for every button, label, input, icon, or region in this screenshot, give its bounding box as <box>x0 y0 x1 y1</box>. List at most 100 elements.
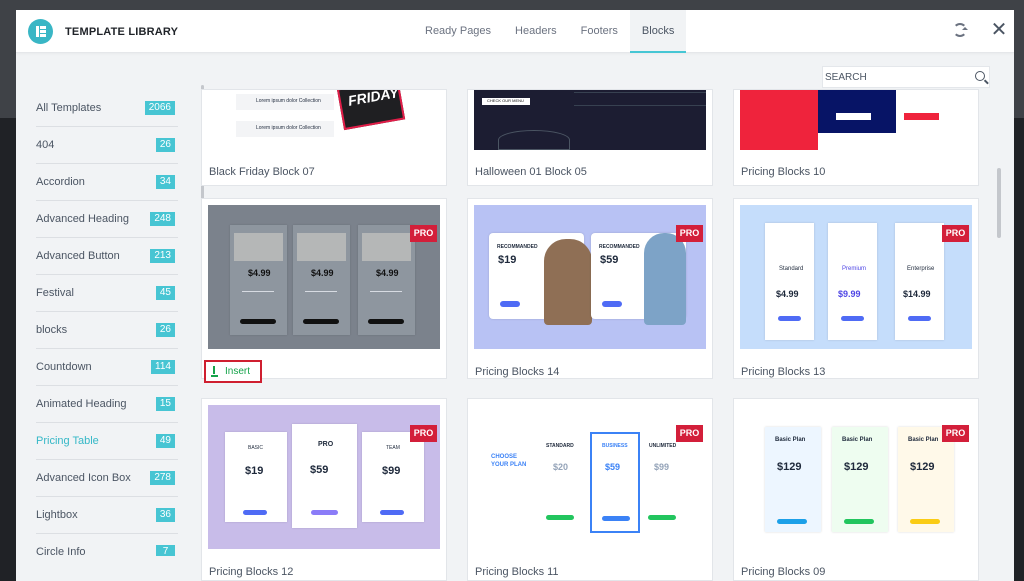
pro-badge: PRO <box>676 225 703 242</box>
template-card-halloween[interactable]: CHECK OUR MENU Halloween 01 Block 05 <box>467 89 713 186</box>
pro-badge: PRO <box>942 425 969 442</box>
template-thumbnail: BASIC $19 PRO $59 TEAM $99 <box>208 405 440 549</box>
template-card-pricing-11[interactable]: CHOOSE YOUR PLAN STANDARD $20 BUSINESS $5… <box>467 398 713 581</box>
product-title: Lorem ipsum dolor Collection <box>256 125 321 131</box>
pricing-card: PRO $59 <box>292 424 357 528</box>
modal-title: TEMPLATE LIBRARY <box>65 26 179 38</box>
select-button <box>303 319 339 324</box>
count-badge: 45 <box>155 286 175 300</box>
template-card-black-friday[interactable]: Lorem ipsum dolor Collection Lorem ipsum… <box>201 89 447 186</box>
count-badge: 248 <box>150 212 175 226</box>
pro-badge: PRO <box>410 425 437 442</box>
tab-ready-pages[interactable]: Ready Pages <box>413 10 503 53</box>
plan-name: BUSINESS <box>602 443 628 449</box>
group-photo <box>234 233 283 261</box>
search-icon[interactable] <box>975 71 985 81</box>
template-card-pricing-13[interactable]: Standard $4.99 Premium $9.99 Enterprise $14… <box>733 198 979 379</box>
template-title: Pricing Blocks 09 <box>741 566 826 578</box>
template-card-pricing-09[interactable]: Basic Plan $129 Basic Plan $129 Basic Plan… <box>733 398 979 581</box>
template-title: Black Friday Block 07 <box>209 166 315 178</box>
price-button <box>836 113 871 120</box>
template-card-pricing-12[interactable]: BASIC $19 PRO $59 TEAM $99 PRO Pricing Bloc… <box>201 398 447 581</box>
sidebar-item-advanced-button[interactable]: Advanced Button 213 <box>36 238 178 275</box>
plan-name: UNLIMITED <box>649 443 677 449</box>
plan-name: STANDARD <box>546 443 574 449</box>
sidebar-item-label: Lightbox <box>36 509 78 521</box>
template-card-pricing-10[interactable]: Pricing Blocks 10 <box>733 89 979 186</box>
count-badge: 26 <box>155 323 175 337</box>
menu-button: CHECK OUR MENU <box>482 98 530 105</box>
sidebar-item-all-templates[interactable]: All Templates 2066 <box>36 90 178 127</box>
spider-web <box>498 130 570 150</box>
sidebar-item-festival[interactable]: Festival 45 <box>36 275 178 312</box>
template-card-pricing-14[interactable]: RECOMMANDED $19 RECOMMANDED $59 PRO Pricin… <box>467 198 713 379</box>
get-button <box>243 510 267 515</box>
business-plan-highlight: BUSINESS $59 <box>590 432 640 533</box>
search-box <box>822 66 990 88</box>
get-started-button <box>844 519 874 524</box>
sidebar-item-label: Animated Heading <box>36 398 127 410</box>
price: $14.99 <box>903 289 931 299</box>
template-card-pricing-selected[interactable]: $4.99 $4.99 $4.99 PRO <box>201 198 447 379</box>
sidebar-item-label: Advanced Button <box>36 250 120 262</box>
plan-name: Basic Plan <box>775 437 806 443</box>
sidebar-item-pricing-table[interactable]: Pricing Table 49 <box>36 423 178 460</box>
search-input[interactable] <box>823 67 963 88</box>
red-panel <box>740 90 818 150</box>
count-badge: 26 <box>155 138 175 152</box>
count-badge: 278 <box>150 471 175 485</box>
get-started-button <box>777 519 807 524</box>
price: $99 <box>382 465 401 477</box>
tab-footers[interactable]: Footers <box>569 10 630 53</box>
price: $99 <box>654 462 670 472</box>
pro-badge: PRO <box>410 225 437 242</box>
select-button <box>368 319 404 324</box>
template-thumbnail: Basic Plan $129 Basic Plan $129 Basic Plan… <box>740 405 972 549</box>
sidebar-item-404[interactable]: 404 26 <box>36 127 178 164</box>
price: $20 <box>553 462 569 472</box>
sidebar-item-blocks[interactable]: blocks 26 <box>36 312 178 349</box>
sidebar-item-circle-info[interactable]: Circle Info 7 <box>36 534 178 556</box>
pricing-card: $4.99 <box>358 225 415 335</box>
blue-panel <box>818 90 896 133</box>
pro-badge: PRO <box>676 425 703 442</box>
buy-button <box>500 301 520 307</box>
tab-blocks[interactable]: Blocks <box>629 10 687 53</box>
sidebar-item-label: 404 <box>36 139 55 151</box>
template-thumbnail: Lorem ipsum dolor Collection Lorem ipsum… <box>208 90 440 150</box>
get-button <box>380 510 404 515</box>
template-thumbnail: Standard $4.99 Premium $9.99 Enterprise $14… <box>740 205 972 349</box>
buy-button <box>602 301 622 307</box>
logo-stroke <box>40 30 46 33</box>
sidebar-item-advanced-heading[interactable]: Advanced Heading 248 <box>36 201 178 238</box>
template-title: Pricing Blocks 10 <box>741 166 826 178</box>
sidebar-item-lightbox[interactable]: Lightbox 36 <box>36 497 178 534</box>
price: $59 <box>605 462 621 472</box>
plan-heading: CHOOSE YOUR PLAN <box>491 454 527 468</box>
sidebar-item-accordion[interactable]: Accordion 34 <box>36 164 178 201</box>
template-thumbnail: CHOOSE YOUR PLAN STANDARD $20 BUSINESS $5… <box>474 405 706 549</box>
sidebar-item-countdown[interactable]: Countdown 114 <box>36 349 178 386</box>
close-icon[interactable]: ✕ <box>990 20 1008 40</box>
pricing-card: TEAM $99 <box>362 432 424 522</box>
pricing-card: Basic Plan $129 <box>765 427 821 532</box>
get-started-button <box>602 516 630 521</box>
tab-headers[interactable]: Headers <box>503 10 569 53</box>
pricing-card: Standard $4.99 <box>765 223 814 340</box>
price: $19 <box>498 254 517 266</box>
shop-button <box>778 316 801 321</box>
count-badge: 49 <box>155 434 175 448</box>
price: $129 <box>910 461 935 473</box>
count-badge: 114 <box>151 360 175 374</box>
insert-button[interactable]: Insert <box>204 360 262 383</box>
sidebar-item-animated-heading[interactable]: Animated Heading 15 <box>36 386 178 423</box>
count-badge: 15 <box>155 397 175 411</box>
count-badge: 2066 <box>144 101 175 115</box>
sidebar-item-advanced-icon-box[interactable]: Advanced Icon Box 278 <box>36 460 178 497</box>
refresh-icon[interactable] <box>953 23 968 37</box>
template-title: Pricing Blocks 14 <box>475 366 560 378</box>
get-started-button <box>648 515 676 520</box>
price: $19 <box>245 465 264 477</box>
template-grid-scrollbar[interactable] <box>997 168 1001 238</box>
get-started-button <box>546 515 574 520</box>
